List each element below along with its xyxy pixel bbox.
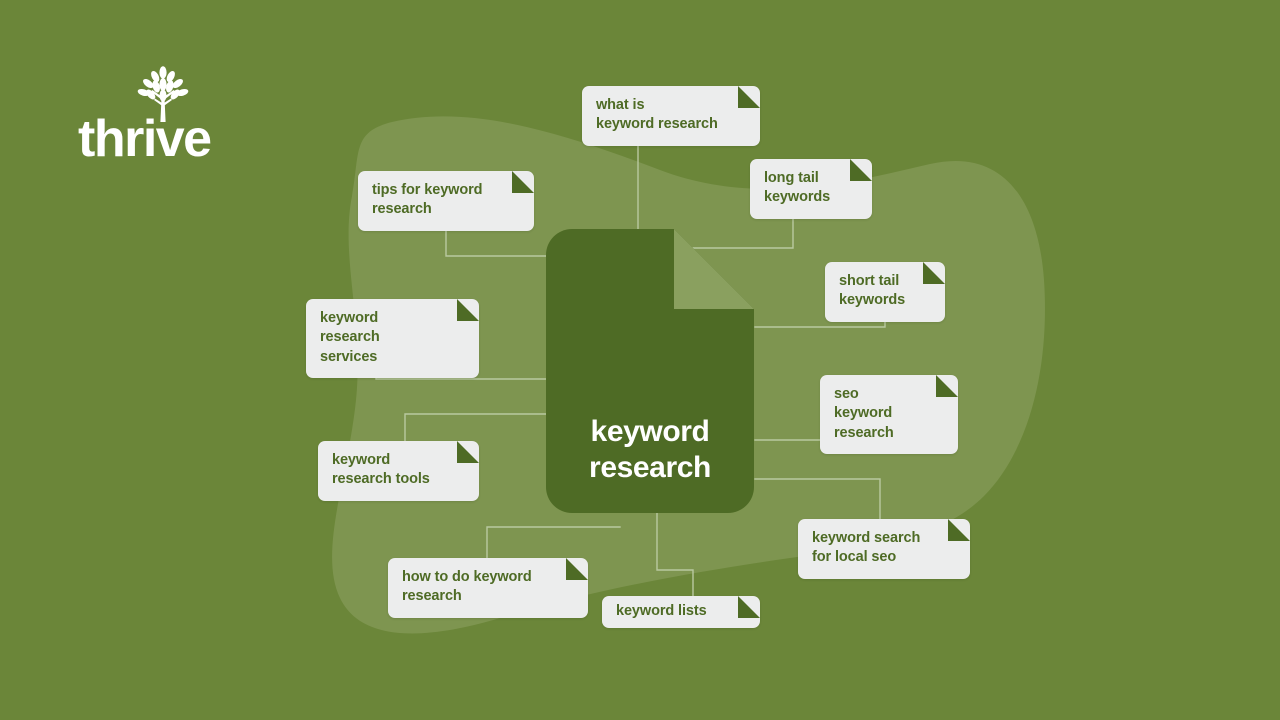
node-keyword-research-tools[interactable]: keyword research tools <box>318 441 479 501</box>
node-long-tail-keywords[interactable]: long tail keywords <box>750 159 872 219</box>
infographic-canvas: thrive keyword research what is keyword … <box>0 0 1280 720</box>
center-node[interactable]: keyword research <box>546 229 754 513</box>
thrive-wordmark-text: thrive <box>78 114 211 166</box>
document-fold <box>674 229 754 309</box>
node-tips-for-keyword-research[interactable]: tips for keyword research <box>358 171 534 231</box>
node-label: keyword research tools <box>332 452 430 488</box>
connector-line <box>754 478 881 520</box>
node-label: seo keyword research <box>834 386 894 441</box>
node-keyword-lists[interactable]: keyword lists <box>602 596 760 629</box>
node-how-to-do-keyword-research[interactable]: how to do keyword research <box>388 558 588 618</box>
node-short-tail-keywords[interactable]: short tail keywords <box>825 262 945 322</box>
node-label: short tail keywords <box>839 273 906 309</box>
node-label: what is keyword research <box>596 97 718 133</box>
node-label: keyword search for local seo <box>812 530 921 566</box>
node-label: tips for keyword research <box>372 182 483 218</box>
connector-line <box>656 512 694 597</box>
center-node-label: keyword research <box>589 414 711 485</box>
node-label: long tail keywords <box>764 170 831 206</box>
node-what-is-keyword-research[interactable]: what is keyword research <box>582 86 760 146</box>
node-label: how to do keyword research <box>402 569 532 605</box>
connector-line <box>486 526 621 559</box>
thrive-logo: thrive <box>78 66 248 166</box>
node-seo-keyword-research[interactable]: seo keyword research <box>820 375 958 455</box>
node-label: keyword lists <box>616 603 707 619</box>
node-keyword-research-services[interactable]: keyword research services <box>306 299 479 379</box>
node-keyword-search-for-local-seo[interactable]: keyword search for local seo <box>798 519 970 579</box>
node-label: keyword research services <box>320 310 380 365</box>
thrive-wordmark: thrive <box>78 114 213 166</box>
